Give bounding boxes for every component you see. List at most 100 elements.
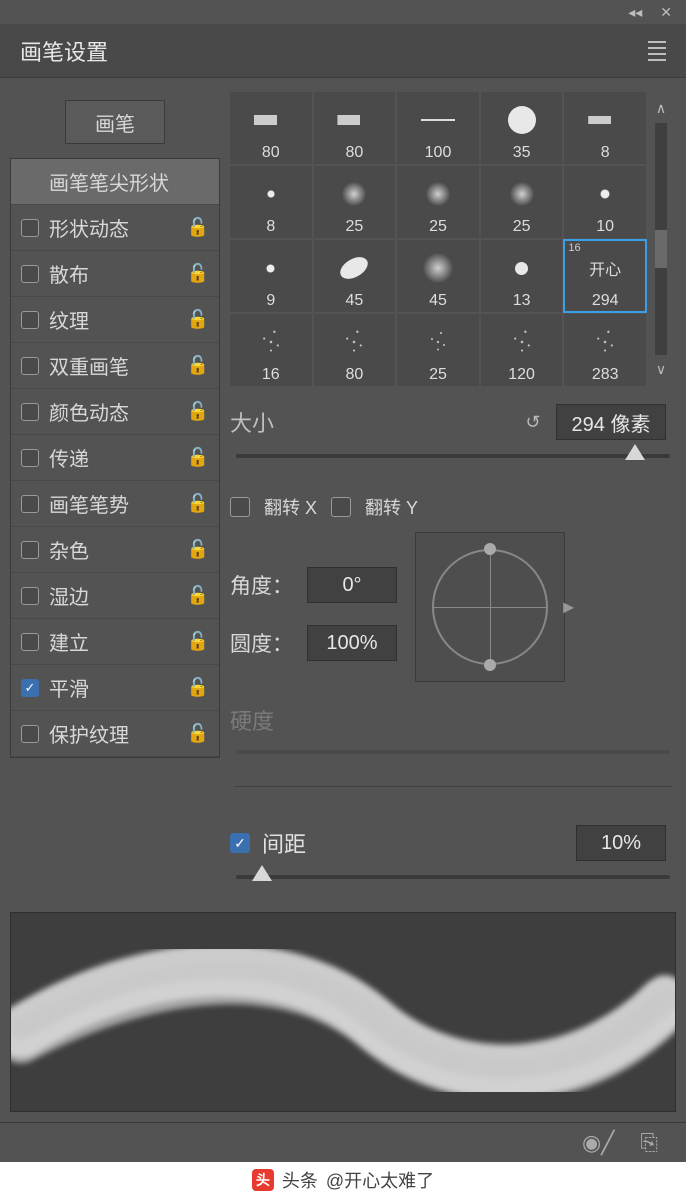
brush-preset-6[interactable]: 25 [314, 166, 396, 238]
option-5[interactable]: 颜色动态🔓 [11, 389, 219, 435]
lock-icon[interactable]: 🔓 [187, 585, 209, 606]
brushes-tab[interactable]: 画笔 [65, 100, 165, 144]
brush-preset-0[interactable]: 80 [230, 92, 312, 164]
brush-preset-2[interactable]: 100 [397, 92, 479, 164]
preset-size: 25 [429, 366, 447, 384]
flip-x-checkbox[interactable] [230, 497, 250, 517]
lock-icon[interactable]: 🔓 [187, 539, 209, 560]
toutiao-logo-icon: 头 [252, 1169, 274, 1191]
size-slider[interactable] [236, 446, 670, 470]
reset-size-icon[interactable]: ↺ [522, 411, 544, 433]
angle-label: 角度： [230, 570, 293, 600]
brush-preset-4[interactable]: 8 [564, 92, 646, 164]
option-7[interactable]: 画笔笔势🔓 [11, 481, 219, 527]
option-1[interactable]: 形状动态🔓 [11, 205, 219, 251]
brush-preset-14[interactable]: 16开心294 [564, 240, 646, 312]
preset-thumb [254, 96, 288, 144]
preset-thumb [423, 318, 453, 366]
angle-widget[interactable]: ▶ [415, 532, 565, 682]
brush-preset-11[interactable]: 45 [314, 240, 396, 312]
option-checkbox[interactable] [21, 265, 39, 283]
preset-size: 10 [596, 218, 614, 236]
brush-preset-9[interactable]: 10 [564, 166, 646, 238]
option-4[interactable]: 双重画笔🔓 [11, 343, 219, 389]
collapse-icon[interactable]: ◂◂ [628, 4, 642, 21]
option-checkbox[interactable] [21, 633, 39, 651]
option-checkbox[interactable] [21, 403, 39, 421]
option-checkbox[interactable]: ✓ [21, 679, 39, 697]
option-6[interactable]: 传递🔓 [11, 435, 219, 481]
lock-icon[interactable]: 🔓 [187, 263, 209, 284]
lock-icon[interactable]: 🔓 [187, 447, 209, 468]
option-checkbox[interactable] [21, 541, 39, 559]
brush-preset-13[interactable]: 13 [481, 240, 563, 312]
preset-thumb [342, 170, 366, 218]
preset-scrollbar[interactable]: ∧ ∨ [646, 92, 676, 386]
spacing-input[interactable]: 10% [576, 825, 666, 861]
preset-thumb [339, 244, 369, 292]
lock-icon[interactable]: 🔓 [187, 401, 209, 422]
new-preset-icon[interactable]: ⎘ [640, 1130, 658, 1156]
close-icon[interactable]: ✕ [660, 4, 672, 21]
option-checkbox[interactable] [21, 495, 39, 513]
option-checkbox[interactable] [21, 311, 39, 329]
brush-preset-3[interactable]: 35 [481, 92, 563, 164]
brush-preset-12[interactable]: 45 [397, 240, 479, 312]
spacing-slider[interactable] [236, 867, 670, 891]
preview-toggle-icon[interactable]: ◉╱ [582, 1130, 614, 1156]
lock-icon[interactable]: 🔓 [187, 309, 209, 330]
option-checkbox[interactable] [21, 725, 39, 743]
hardness-slider [236, 742, 670, 766]
preset-thumb [426, 170, 450, 218]
brush-preset-17[interactable]: 25 [397, 314, 479, 386]
flip-x-label: 翻转 X [264, 494, 317, 520]
brush-preset-5[interactable]: 8 [230, 166, 312, 238]
brush-preview [10, 912, 676, 1112]
option-label: 纹理 [49, 305, 177, 334]
brush-preset-10[interactable]: 9 [230, 240, 312, 312]
brush-preset-7[interactable]: 25 [397, 166, 479, 238]
option-3[interactable]: 纹理 🔓 [11, 297, 219, 343]
preset-size: 16 [262, 366, 280, 384]
brush-preset-18[interactable]: 120 [481, 314, 563, 386]
spacing-checkbox[interactable]: ✓ [230, 833, 250, 853]
preset-thumb [515, 244, 528, 292]
brush-preset-16[interactable]: 80 [314, 314, 396, 386]
preset-thumb [505, 318, 539, 366]
lock-icon[interactable]: 🔓 [187, 677, 209, 698]
option-checkbox[interactable] [21, 587, 39, 605]
option-11[interactable]: ✓平滑🔓 [11, 665, 219, 711]
option-checkbox[interactable] [21, 357, 39, 375]
angle-input[interactable]: 0° [307, 567, 397, 603]
lock-icon[interactable]: 🔓 [187, 723, 209, 744]
brush-preset-15[interactable]: 16 [230, 314, 312, 386]
option-8[interactable]: 杂色🔓 [11, 527, 219, 573]
lock-icon[interactable]: 🔓 [187, 217, 209, 238]
option-9[interactable]: 湿边🔓 [11, 573, 219, 619]
scroll-down-icon[interactable]: ∨ [656, 361, 666, 378]
panel-menu-icon[interactable] [648, 41, 666, 61]
preset-size: 13 [513, 292, 531, 310]
scroll-up-icon[interactable]: ∧ [656, 100, 666, 117]
option-label: 散布 [49, 259, 177, 288]
brush-preset-1[interactable]: 80 [314, 92, 396, 164]
option-checkbox[interactable] [21, 219, 39, 237]
brush-preset-8[interactable]: 25 [481, 166, 563, 238]
size-input[interactable]: 294 像素 [556, 404, 666, 440]
brush-preset-19[interactable]: 283 [564, 314, 646, 386]
option-0[interactable]: 画笔笔尖形状 [11, 159, 219, 205]
option-2[interactable]: 散布 🔓 [11, 251, 219, 297]
option-10[interactable]: 建立🔓 [11, 619, 219, 665]
option-checkbox[interactable] [21, 449, 39, 467]
preset-size: 294 [592, 292, 619, 310]
preset-size: 25 [345, 218, 363, 236]
lock-icon[interactable]: 🔓 [187, 493, 209, 514]
flip-y-checkbox[interactable] [331, 497, 351, 517]
lock-icon[interactable]: 🔓 [187, 631, 209, 652]
panel-header: 画笔设置 [0, 24, 686, 78]
option-12[interactable]: 保护纹理🔓 [11, 711, 219, 757]
lock-icon[interactable]: 🔓 [187, 355, 209, 376]
preset-size: 283 [592, 366, 619, 384]
preset-size: 25 [513, 218, 531, 236]
roundness-input[interactable]: 100% [307, 625, 397, 661]
